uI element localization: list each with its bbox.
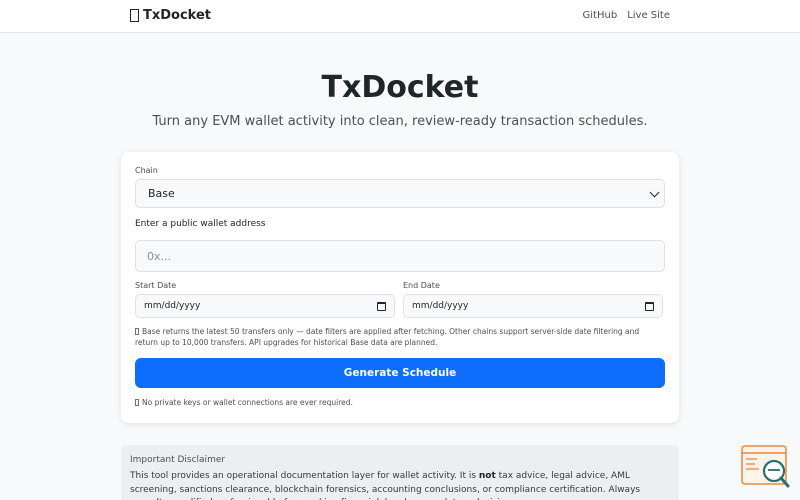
chain-note: Base returns the latest 50 transfers onl…: [135, 327, 655, 348]
schedule-form: Chain Base Enter a public wallet address…: [121, 152, 679, 423]
start-date-label: Start Date: [135, 281, 177, 290]
nav-links: GitHub Live Site: [583, 10, 670, 21]
search-magnifier-icon: [741, 445, 790, 488]
generate-schedule-button[interactable]: Generate Schedule: [135, 358, 665, 388]
brand-link[interactable]: TxDocket: [130, 8, 211, 23]
end-date-label: End Date: [403, 281, 440, 290]
privacy-note: No private keys or wallet connections ar…: [135, 398, 353, 407]
search-widget[interactable]: [741, 444, 791, 490]
top-navbar: TxDocket GitHub Live Site: [0, 0, 800, 33]
chevron-down-icon: [649, 187, 660, 198]
lock-icon: [135, 399, 139, 406]
disclaimer-title: Important Disclaimer: [130, 455, 226, 465]
disclaimer-text-bold: not: [478, 471, 496, 481]
brand-name: TxDocket: [143, 8, 212, 23]
info-icon: [135, 328, 139, 335]
disclaimer-text: This tool provides an operational docume…: [130, 470, 670, 500]
chain-label: Chain: [135, 166, 158, 175]
chain-select-value: Base: [148, 187, 175, 200]
disclaimer-text-1: This tool provides an operational docume…: [130, 471, 479, 481]
document-icon: [130, 9, 139, 22]
chain-select[interactable]: Base: [135, 179, 665, 208]
chain-note-text: Base returns the latest 50 transfers onl…: [135, 327, 640, 347]
nav-link-live-site[interactable]: Live Site: [627, 10, 670, 21]
disclaimer-box: Important Disclaimer This tool provides …: [121, 445, 679, 500]
address-label: Enter a public wallet address: [135, 219, 266, 229]
start-date-value: mm/dd/yyyy: [144, 301, 201, 311]
end-date-input[interactable]: mm/dd/yyyy: [403, 294, 663, 318]
page-subtitle: Turn any EVM wallet activity into clean,…: [152, 114, 648, 129]
end-date-value: mm/dd/yyyy: [412, 301, 469, 311]
start-date-input[interactable]: mm/dd/yyyy: [135, 294, 395, 318]
nav-link-github[interactable]: GitHub: [583, 10, 618, 21]
privacy-note-text: No private keys or wallet connections ar…: [142, 398, 353, 407]
page-title: TxDocket: [321, 70, 479, 105]
calendar-icon[interactable]: [645, 302, 654, 311]
calendar-icon[interactable]: [377, 302, 386, 311]
wallet-address-input[interactable]: [135, 240, 665, 272]
